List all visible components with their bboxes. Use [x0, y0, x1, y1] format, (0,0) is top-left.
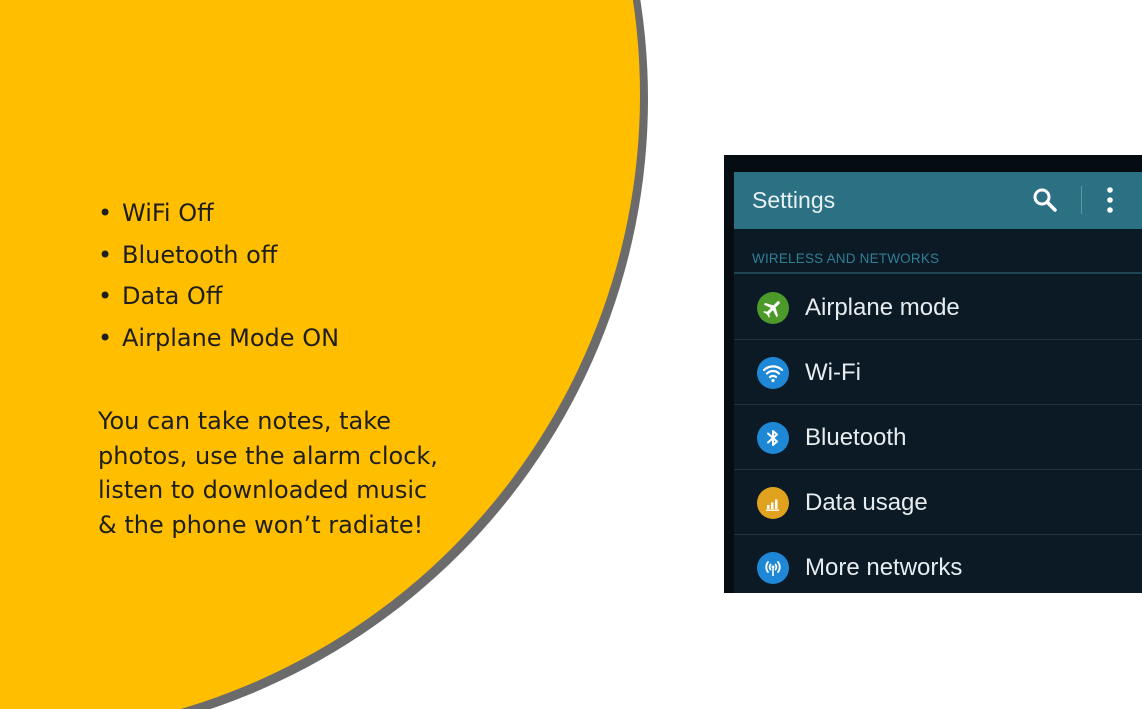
settings-item-more-networks[interactable]: More networks [734, 535, 1142, 593]
settings-appbar: Settings [734, 172, 1142, 229]
settings-item-label: More networks [805, 554, 963, 581]
appbar-divider [1081, 186, 1082, 214]
bullet-item: • Bluetooth off [98, 238, 339, 280]
bullet-dot: • [98, 323, 113, 352]
bullet-item: • Data Off [98, 279, 339, 321]
status-strip [724, 155, 1142, 172]
settings-item-label: Bluetooth [805, 424, 907, 451]
settings-title: Settings [752, 187, 836, 213]
bullet-item: • WiFi Off [98, 196, 339, 238]
search-icon[interactable] [1030, 185, 1060, 215]
settings-item-data-usage[interactable]: Data usage [734, 470, 1142, 535]
bullet-item: • Airplane Mode ON [98, 321, 339, 363]
data-usage-icon [757, 487, 789, 519]
bullet-text: Airplane Mode ON [122, 323, 340, 352]
settings-item-airplane-mode[interactable]: Airplane mode [734, 275, 1142, 340]
notes-line: You can take notes, take [98, 407, 392, 435]
left-bezel [724, 155, 734, 593]
notes-paragraph: You can take notes, take photos, use the… [98, 404, 478, 542]
slide: • WiFi Off • Bluetooth off • Data Off • Airp… [0, 0, 1142, 709]
notes-line: & the phone won’t radiate! [98, 510, 424, 539]
bullet-text: Data Off [122, 282, 223, 310]
settings-item-label: Wi-Fi [805, 359, 861, 386]
wifi-icon [757, 357, 789, 389]
bullet-dot: • [98, 282, 113, 310]
bullet-dot: • [98, 199, 113, 227]
settings-item-bluetooth[interactable]: Bluetooth [734, 405, 1142, 470]
more-networks-icon [757, 552, 789, 584]
notes-line: listen to downloaded music [98, 476, 428, 504]
settings-item-label: Data usage [805, 489, 928, 516]
settings-item-label: Airplane mode [805, 294, 960, 321]
bullet-text: Bluetooth off [122, 240, 278, 269]
bullet-dot: • [98, 240, 113, 269]
bluetooth-icon [757, 422, 789, 454]
section-header-wireless: WIRELESS AND NETWORKS [752, 251, 940, 266]
settings-item-wifi[interactable]: Wi-Fi [734, 340, 1142, 405]
overflow-menu-icon[interactable] [1104, 185, 1116, 215]
bullet-text: WiFi Off [122, 199, 214, 227]
notes-line: photos, use the alarm clock, [98, 441, 438, 470]
settings-screenshot: Settings WIRELESS AND NETWORKS Airplane … [724, 155, 1142, 593]
airplane-icon [757, 292, 789, 324]
section-divider [734, 272, 1142, 274]
bullet-list: • WiFi Off • Bluetooth off • Data Off • Airp… [98, 196, 339, 362]
